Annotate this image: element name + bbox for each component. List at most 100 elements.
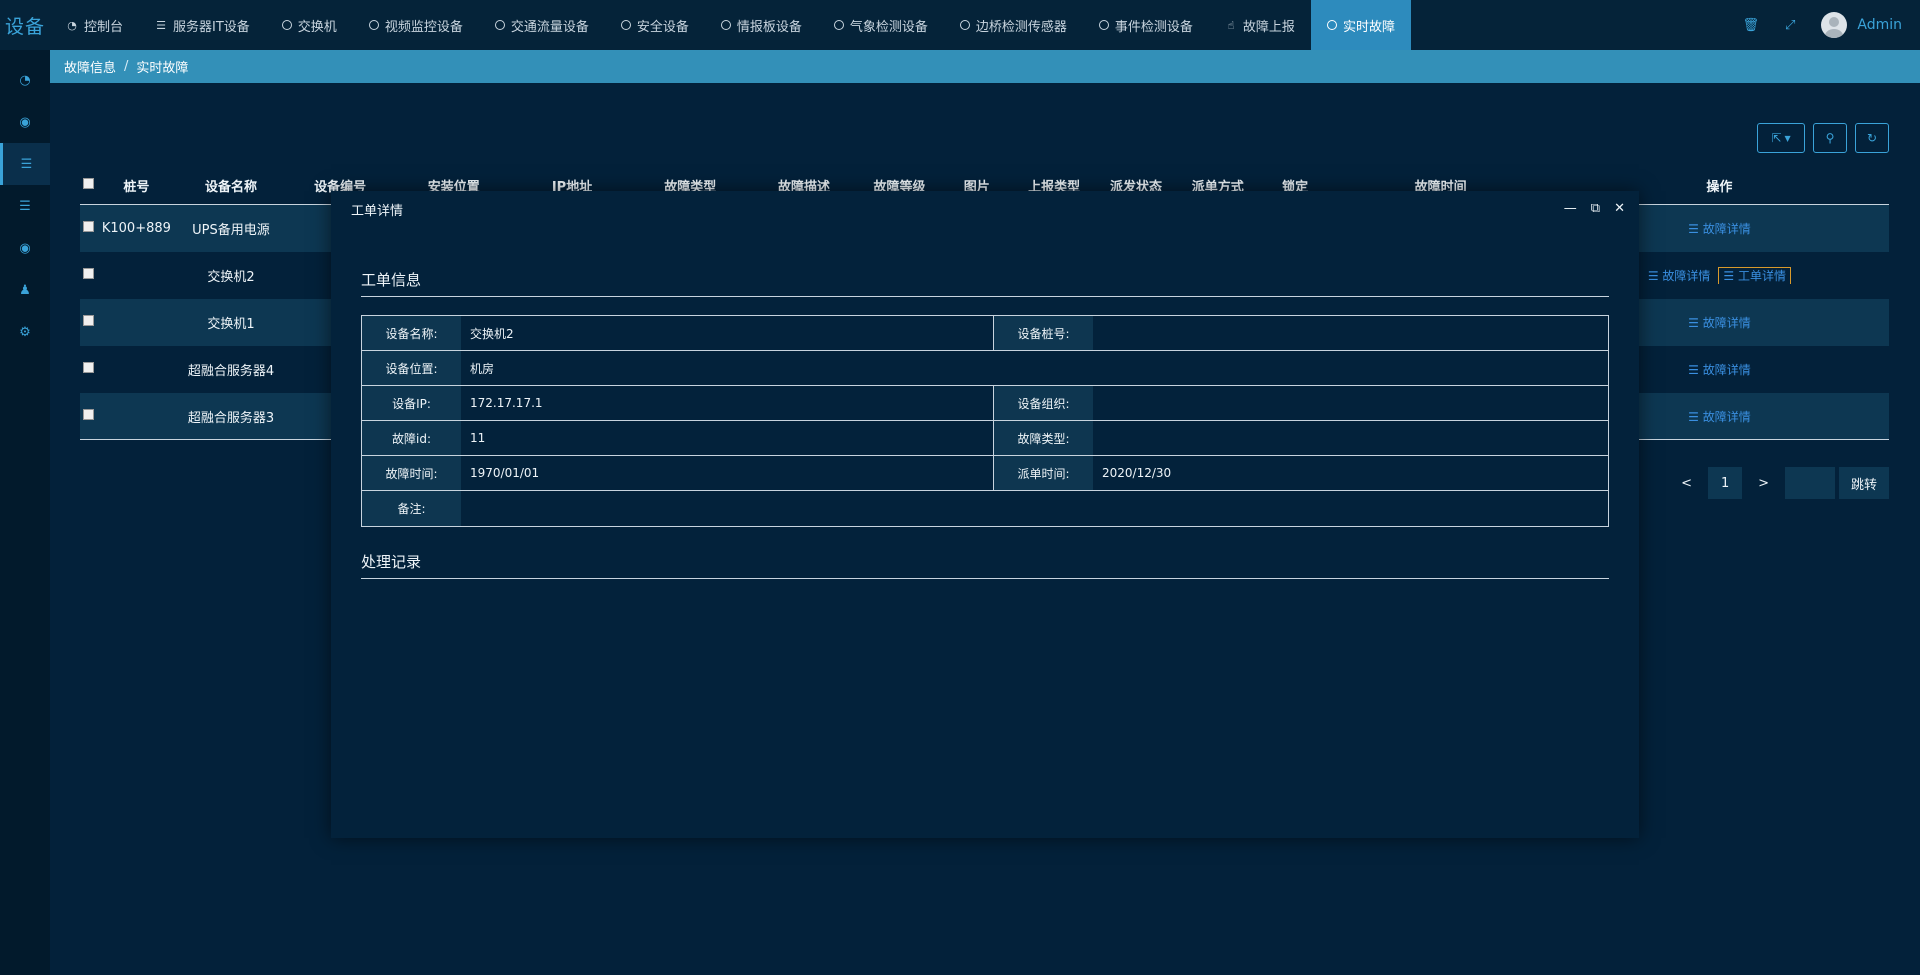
next-page-button[interactable]: > [1758, 476, 1769, 491]
fullscreen-icon[interactable]: ⤢ [1785, 18, 1795, 33]
list-icon: ☰ [1688, 316, 1703, 330]
jump-page-input[interactable] [1784, 467, 1835, 499]
nav-item-label: 故障上报 [1242, 19, 1295, 35]
work-order-info-heading: 工单信息 [361, 269, 1609, 297]
row-checkbox[interactable] [82, 268, 94, 279]
circle-icon [494, 20, 505, 30]
nav-item-2[interactable]: 交换机 [266, 0, 353, 50]
list-icon: ☰ [19, 198, 31, 214]
jump-button[interactable]: 跳转 [1838, 467, 1889, 499]
device-location-label: 设备位置: [362, 351, 461, 385]
users-icon: ♟ [19, 282, 31, 298]
sidebar-item-1[interactable]: ◉ [0, 101, 50, 143]
select-all-checkbox[interactable] [82, 178, 94, 189]
trash-icon[interactable]: 🗑 [1742, 18, 1759, 33]
nav-item-label: 交通流量设备 [510, 19, 589, 35]
prev-page-button[interactable]: < [1681, 476, 1692, 491]
restore-icon[interactable]: ⧉ [1591, 201, 1600, 216]
circle-icon [720, 20, 731, 30]
work-order-detail-link[interactable]: ☰ 工单详情 [1718, 267, 1791, 284]
close-icon[interactable]: ✕ [1614, 201, 1625, 216]
fault-detail-link[interactable]: ☰ 故障详情 [1648, 269, 1711, 283]
dashboard-icon: ◔ [67, 18, 77, 32]
nav-item-8[interactable]: 边桥检测传感器 [944, 0, 1083, 50]
nav-item-10[interactable]: ☝ 故障上报 [1209, 0, 1311, 50]
remark-value [461, 491, 1608, 526]
fault-time-value: 1970/01/01 [461, 456, 994, 490]
dashboard-icon: ◔ [19, 72, 31, 88]
circle-icon [281, 20, 292, 30]
device-name-cell: 超融合服务器3 [187, 410, 275, 426]
nav-item-7[interactable]: 气象检测设备 [818, 0, 944, 50]
nav-item-label: 气象检测设备 [849, 19, 928, 35]
fault-id-label: 故障id: [362, 421, 461, 455]
export-dropdown-button[interactable]: ⇱ ▼ [1757, 123, 1805, 153]
nav-item-label: 控制台 [84, 19, 124, 35]
link-label: 故障详情 [1702, 409, 1751, 424]
row-checkbox[interactable] [82, 408, 94, 420]
stake-cell: K100+889 [101, 221, 171, 236]
link-label: 故障详情 [1702, 316, 1751, 330]
column-header[interactable]: 桩号 [96, 176, 176, 195]
nav-item-label: 交换机 [297, 19, 337, 35]
nav-item-6[interactable]: 情报板设备 [705, 0, 818, 50]
nav-item-label: 安全设备 [636, 19, 689, 35]
nav-item-0[interactable]: ◔ 控制台 [50, 0, 139, 50]
nav-item-11[interactable]: 实时故障 [1310, 0, 1411, 50]
list-icon: ☰ [1688, 222, 1703, 236]
device-location-value: 机房 [470, 361, 495, 376]
brand-logo[interactable]: 设备 [0, 0, 50, 50]
breadcrumb-parent[interactable]: 故障信息 [64, 57, 116, 76]
refresh-button[interactable]: ↻ [1855, 123, 1889, 153]
nav-item-5[interactable]: 安全设备 [605, 0, 705, 50]
device-stake-value [1093, 316, 1608, 350]
nav-item-label: 情报板设备 [736, 19, 802, 35]
link-label: 故障详情 [1662, 269, 1711, 283]
caret-down-icon: ▼ [1784, 133, 1791, 143]
sidebar-item-5[interactable]: ♟ [0, 269, 50, 311]
circle-icon [1098, 20, 1109, 30]
list-icon: ☰ [1688, 363, 1703, 377]
pagination: < 1 > 跳转 [1681, 467, 1889, 499]
sidebar-item-4[interactable]: ◉ [0, 227, 50, 269]
device-name-cell: 交换机2 [207, 270, 255, 285]
eye-icon: ◉ [19, 240, 31, 256]
current-page-button[interactable]: 1 [1708, 467, 1743, 499]
user-menu[interactable]: Admin [1821, 12, 1902, 38]
sidebar-item-3[interactable]: ☰ [0, 185, 50, 227]
nav-item-3[interactable]: 视频监控设备 [353, 0, 479, 50]
row-checkbox[interactable] [82, 362, 94, 373]
list-icon: ☰ [20, 156, 33, 172]
work-order-dialog: 工单详情 — ⧉ ✕ 工单信息 设备名称: 交换机2 设备桩号: 设备位置: 机… [331, 191, 1639, 838]
top-right-tools: 🗑 ⤢ Admin [1742, 0, 1920, 50]
top-nav-menu: ◔ 控制台 ☰ 服务器IT设备 交换机 视频监控设备 交通流量设备 安全设备 情报板设备 气象检测… [50, 0, 1411, 50]
circle-icon [1326, 20, 1337, 30]
device-stake-label: 设备桩号: [994, 316, 1093, 350]
dispatch-time-label: 派单时间: [994, 456, 1093, 490]
sidebar-item-6[interactable]: ⚙ [0, 311, 50, 353]
avatar [1821, 12, 1848, 38]
nav-item-1[interactable]: ☰ 服务器IT设备 [139, 0, 266, 50]
fault-detail-link[interactable]: ☰ 故障详情 [1688, 316, 1751, 330]
circle-icon [959, 20, 970, 30]
row-checkbox[interactable] [82, 315, 94, 326]
fault-detail-link[interactable]: ☰ 故障详情 [1688, 410, 1751, 424]
column-header[interactable]: 设备名称 [176, 176, 285, 195]
minimize-icon[interactable]: — [1564, 201, 1577, 216]
row-checkbox[interactable] [82, 221, 94, 232]
fault-detail-link[interactable]: ☰ 故障详情 [1688, 222, 1751, 236]
sidebar-item-2[interactable]: ☰ [0, 143, 50, 185]
sidebar-item-0[interactable]: ◔ [0, 59, 50, 101]
fault-detail-link[interactable]: ☰ 故障详情 [1688, 363, 1751, 377]
dialog-title: 工单详情 [351, 204, 404, 219]
fault-type-label: 故障类型: [994, 421, 1093, 455]
device-name-label: 设备名称: [362, 316, 461, 350]
processing-record-heading: 处理记录 [361, 551, 1609, 579]
nav-item-4[interactable]: 交通流量设备 [479, 0, 605, 50]
nav-item-label: 实时故障 [1342, 19, 1395, 35]
refresh-icon: ↻ [1866, 131, 1878, 145]
breadcrumb-separator: / [124, 59, 129, 74]
nav-item-9[interactable]: 事件检测设备 [1083, 0, 1209, 50]
search-button[interactable]: ⚲ [1813, 123, 1847, 153]
device-name-cell: UPS备用电源 [192, 223, 270, 238]
